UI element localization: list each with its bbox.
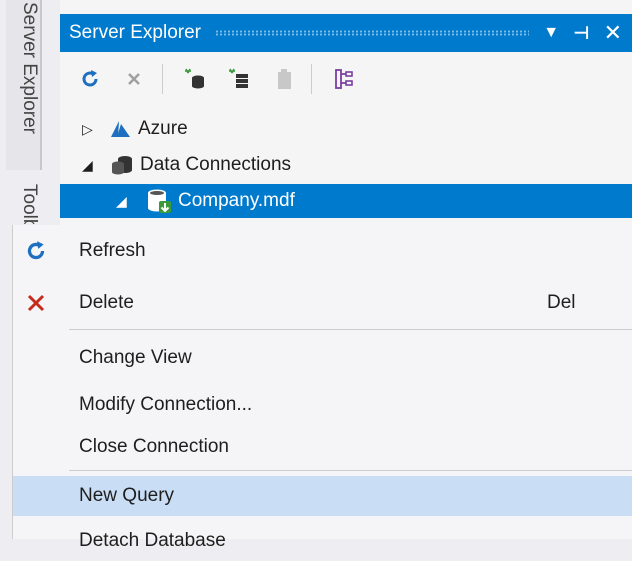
view-diagram-icon — [335, 69, 353, 89]
menu-item-label: Delete — [79, 292, 134, 313]
collapse-arrow-icon[interactable]: ◢ — [82, 157, 96, 174]
tree-item-label: Company.mdf — [178, 190, 295, 211]
connect-database-button[interactable] — [177, 61, 213, 97]
menu-item-shortcut: Del — [547, 292, 576, 313]
refresh-button[interactable] — [72, 61, 108, 97]
expand-arrow-icon[interactable]: ▷ — [82, 121, 96, 138]
tab-toolbox[interactable]: Toolbox — [6, 184, 40, 224]
tree-item-company-mdf[interactable]: ◢ Company.mdf — [60, 184, 632, 218]
sharepoint-connection-button[interactable] — [265, 61, 301, 97]
server-explorer-panel: Server Explorer ▼ ⊣ ✕ ▷ Azure ◢ Data Con… — [60, 0, 632, 225]
panel-title-bar[interactable]: Server Explorer ▼ ⊣ ✕ — [60, 14, 632, 52]
context-menu: Refresh Delete Del Change View Modify Co… — [12, 225, 632, 551]
menu-item-change-view[interactable]: Change View — [13, 338, 632, 378]
panel-toolbar — [60, 52, 632, 106]
toolbar-separator — [162, 64, 163, 94]
menu-item-refresh[interactable]: Refresh — [13, 231, 632, 271]
tree-item-azure[interactable]: ▷ Azure — [82, 112, 188, 146]
menu-item-label: Refresh — [79, 240, 146, 261]
auto-hide-pin-icon[interactable]: ⊣ — [573, 23, 589, 44]
panel-title: Server Explorer — [69, 22, 201, 43]
menu-separator — [69, 470, 632, 471]
view-diagram-button[interactable] — [326, 61, 362, 97]
azure-icon — [110, 120, 132, 138]
menu-item-new-query[interactable]: New Query — [13, 476, 632, 516]
refresh-icon — [23, 238, 49, 264]
menu-item-label: New Query — [79, 485, 175, 506]
menu-item-label: Modify Connection... — [79, 394, 253, 415]
connect-database-icon — [185, 68, 204, 89]
menu-item-label: Detach Database — [79, 530, 226, 551]
stop-button[interactable] — [116, 61, 152, 97]
menu-item-detach-database[interactable]: Detach Database — [13, 521, 632, 561]
menu-separator — [69, 329, 632, 330]
toolbar-separator — [311, 64, 312, 94]
tree-item-label: Azure — [138, 118, 188, 139]
delete-icon — [23, 290, 49, 316]
connect-server-button[interactable] — [221, 61, 257, 97]
tab-gap — [0, 170, 60, 184]
title-grip[interactable] — [215, 30, 530, 36]
menu-item-delete[interactable]: Delete Del — [13, 283, 632, 323]
stop-icon — [128, 73, 140, 85]
window-position-dropdown-icon[interactable]: ▼ — [543, 24, 559, 42]
collapse-arrow-icon[interactable]: ◢ — [116, 193, 130, 210]
menu-item-close-connection[interactable]: Close Connection — [13, 427, 632, 467]
tree-item-data-connections[interactable]: ◢ Data Connections — [82, 148, 291, 182]
tab-server-explorer[interactable]: Server Explorer — [6, 0, 42, 172]
menu-item-modify-connection[interactable]: Modify Connection... — [13, 385, 632, 425]
connect-server-icon — [229, 68, 248, 88]
tree-item-label: Data Connections — [140, 154, 292, 175]
menu-item-label: Change View — [79, 347, 192, 368]
sharepoint-connection-icon — [278, 69, 291, 89]
data-connections-icon — [110, 155, 134, 175]
database-file-icon — [146, 188, 172, 214]
refresh-icon — [82, 70, 98, 87]
close-icon[interactable]: ✕ — [604, 20, 622, 46]
menu-item-label: Close Connection — [79, 436, 229, 457]
